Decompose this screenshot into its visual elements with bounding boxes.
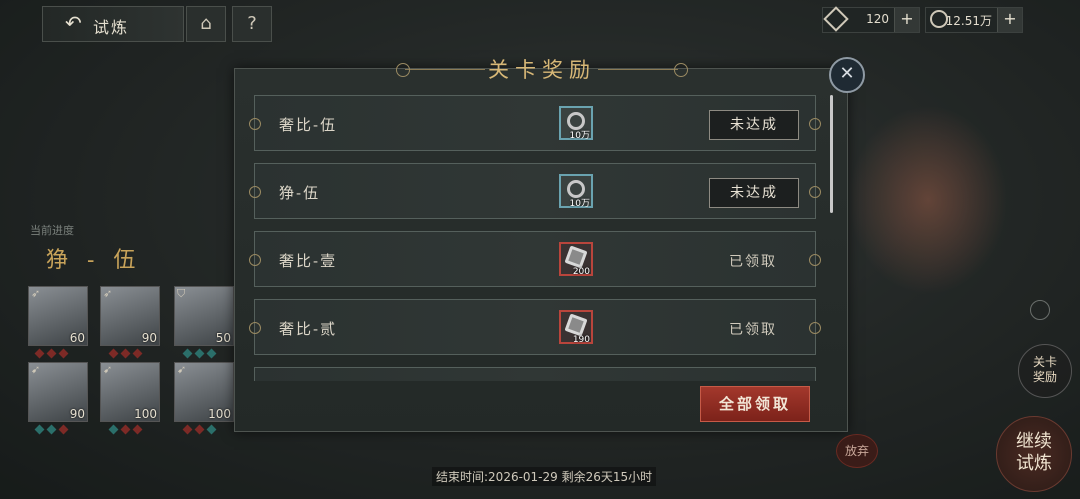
- claimed-status: 已领取: [729, 322, 777, 338]
- reward-stage-name: 狰-伍: [279, 184, 321, 202]
- close-icon: ✕: [839, 63, 855, 84]
- coin-reward-item[interactable]: 10万: [559, 106, 593, 141]
- home-icon: ⌂: [200, 13, 212, 34]
- not-achieved-button[interactable]: 未达成: [709, 110, 799, 140]
- back-label: 试炼: [93, 18, 130, 37]
- reward-stage-name: 奢比-贰: [279, 320, 338, 338]
- coin-resource: 12.51万 +: [925, 7, 1023, 33]
- current-stage-name: 狰 - 伍: [46, 248, 142, 273]
- reward-row: 狰-伍 10万 未达成: [249, 163, 821, 219]
- hero-level: 90: [69, 407, 85, 421]
- ring-ornament: [1030, 300, 1050, 320]
- diamond-plus-button[interactable]: +: [894, 8, 919, 32]
- reward-count: 10万: [569, 131, 590, 141]
- title-divider-right: [598, 69, 678, 70]
- hero-level: 100: [134, 407, 157, 421]
- bow-class-icon: ➶: [103, 287, 113, 300]
- reward-row-partial: [254, 367, 816, 381]
- back-arrow-icon: ↶: [65, 11, 82, 35]
- hero-card[interactable]: ➶ 60: [28, 286, 88, 346]
- stage-reward-line1: 关卡: [1032, 355, 1057, 369]
- crystal-icon: [564, 245, 588, 269]
- continue-line1: 继续: [1016, 431, 1052, 452]
- hero-level: 90: [141, 331, 157, 345]
- help-label: ?: [247, 13, 257, 34]
- claim-all-button[interactable]: 全部领取: [700, 386, 810, 422]
- row-ornament-left: [249, 322, 261, 334]
- row-ornament-left: [249, 118, 261, 130]
- crystal-icon: [564, 313, 588, 337]
- hero-level: 50: [215, 331, 231, 345]
- reward-row: 奢比-贰 190 已领取: [249, 299, 821, 355]
- back-button[interactable]: ↶ 试炼: [42, 6, 184, 42]
- hero-card[interactable]: ⛉ 50: [174, 286, 234, 346]
- hero-level: 100: [208, 407, 231, 421]
- hero-star-row: [182, 348, 217, 359]
- title-ornament-right: [674, 63, 688, 77]
- reward-count: 200: [572, 267, 590, 277]
- hero-card[interactable]: ➹ 100: [100, 362, 160, 422]
- reward-count: 190: [572, 335, 590, 345]
- hero-star-row: [34, 348, 69, 359]
- diamond-icon: [823, 6, 849, 32]
- hero-star-row: [108, 348, 143, 359]
- hero-level: 60: [69, 331, 85, 345]
- reward-stage-name: 奢比-伍: [279, 116, 338, 134]
- modal-title: 关卡奖励: [488, 58, 596, 82]
- home-button[interactable]: ⌂: [186, 6, 226, 42]
- diamond-value: 120: [866, 12, 889, 26]
- hero-star-row: [108, 424, 143, 435]
- shield-class-icon: ⛉: [177, 287, 186, 300]
- continue-trial-button[interactable]: 继续 试炼: [996, 416, 1072, 492]
- close-button[interactable]: ✕: [829, 57, 865, 93]
- scrollbar[interactable]: [830, 95, 833, 213]
- row-ornament-right: [809, 254, 821, 266]
- stage-reward-line2: 奖励: [1032, 370, 1057, 384]
- diamond-resource: 120 +: [822, 6, 920, 33]
- hero-card[interactable]: ➹ 100: [174, 362, 234, 422]
- title-divider-left: [405, 69, 485, 70]
- reward-stage-name: 奢比-壹: [279, 252, 338, 270]
- coin-reward-item[interactable]: 10万: [559, 174, 593, 209]
- help-button[interactable]: ?: [232, 6, 272, 42]
- progress-label: 当前进度: [30, 224, 74, 237]
- coin-plus-button[interactable]: +: [997, 8, 1022, 32]
- beast-illustration: [848, 105, 1008, 295]
- reward-count: 10万: [569, 199, 590, 209]
- feather-class-icon: ➹: [177, 363, 187, 376]
- title-ornament-left: [396, 63, 410, 77]
- reward-row: 奢比-壹 200 已领取: [249, 231, 821, 287]
- claimed-status: 已领取: [729, 254, 777, 270]
- row-ornament-right: [809, 118, 821, 130]
- feather-class-icon: ➹: [103, 363, 113, 376]
- stage-reward-side-button[interactable]: 关卡 奖励: [1018, 344, 1072, 398]
- end-time-text: 结束时间:2026-01-29 剩余26天15小时: [432, 467, 657, 486]
- not-achieved-button[interactable]: 未达成: [709, 178, 799, 208]
- coin-value: 12.51万: [945, 14, 992, 28]
- hero-card[interactable]: ➹ 90: [28, 362, 88, 422]
- bow-class-icon: ➶: [31, 287, 41, 300]
- hero-star-row: [182, 424, 217, 435]
- crystal-reward-item[interactable]: 200: [559, 242, 593, 277]
- hero-star-row: [34, 424, 69, 435]
- row-ornament-right: [809, 322, 821, 334]
- feather-class-icon: ➹: [31, 363, 41, 376]
- continue-line2: 试炼: [1016, 453, 1052, 474]
- crystal-reward-item[interactable]: 190: [559, 310, 593, 345]
- hero-card[interactable]: ➶ 90: [100, 286, 160, 346]
- reward-row: 奢比-伍 10万 未达成: [249, 95, 821, 151]
- abandon-button[interactable]: 放弃: [836, 434, 878, 468]
- row-ornament-left: [249, 254, 261, 266]
- row-ornament-left: [249, 186, 261, 198]
- row-ornament-right: [809, 186, 821, 198]
